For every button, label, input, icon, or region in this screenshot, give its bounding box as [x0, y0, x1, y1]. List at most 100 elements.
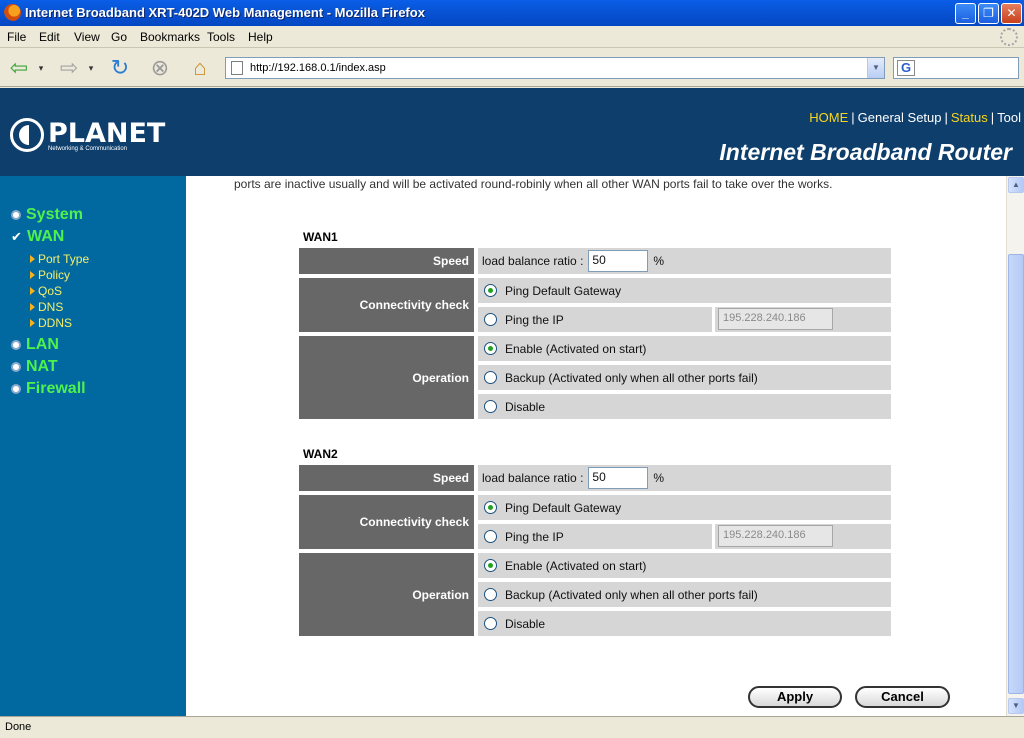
wan1-speed-row: load balance ratio : 50 % [478, 248, 891, 274]
bullet-icon [11, 384, 21, 394]
ratio-label: load balance ratio : [482, 471, 584, 485]
radio-selected-icon[interactable] [484, 501, 497, 514]
sidebar-sub-port-type[interactable]: Port Type [30, 252, 89, 266]
wan1-ratio-input[interactable]: 50 [588, 250, 649, 272]
sidebar-item-system[interactable]: System [11, 206, 83, 224]
url-bar[interactable]: http://192.168.0.1/index.asp ▼ [225, 57, 885, 79]
wan1-op-backup[interactable]: Backup (Activated only when all other po… [478, 365, 891, 390]
menu-view[interactable]: View [74, 30, 100, 44]
apply-button[interactable]: Apply [748, 686, 842, 708]
google-search-icon[interactable]: G [897, 60, 915, 76]
bullet-icon [11, 362, 21, 372]
bullet-icon [11, 340, 21, 350]
minimize-button[interactable]: _ [955, 3, 976, 24]
sidebar-sub-dns[interactable]: DNS [30, 300, 63, 314]
wan2-op-backup[interactable]: Backup (Activated only when all other po… [478, 582, 891, 607]
wan1-op-disable[interactable]: Disable [478, 394, 891, 419]
option-label: Enable (Activated on start) [505, 341, 647, 356]
menu-help[interactable]: Help [248, 30, 273, 44]
wan1-op-enable[interactable]: Enable (Activated on start) [478, 336, 891, 361]
firefox-icon [4, 4, 21, 21]
wan2-speed-label: Speed [299, 465, 474, 491]
wan1-ping-ip-option[interactable]: Ping the IP [478, 307, 712, 332]
home-icon[interactable]: ⌂ [187, 55, 213, 81]
sidebar-item-nat[interactable]: NAT [11, 358, 58, 376]
ratio-unit: % [653, 254, 665, 268]
radio-icon[interactable] [484, 530, 497, 543]
menu-go[interactable]: Go [111, 30, 127, 44]
wan2-speed-row: load balance ratio : 50 % [478, 465, 891, 491]
reload-icon[interactable]: ↻ [107, 55, 133, 81]
sidebar-label: Firewall [26, 380, 86, 397]
scroll-up-icon[interactable]: ▲ [1008, 177, 1024, 193]
radio-icon[interactable] [484, 313, 497, 326]
radio-selected-icon[interactable] [484, 342, 497, 355]
sub-label: DDNS [38, 316, 73, 330]
radio-selected-icon[interactable] [484, 559, 497, 572]
router-title: Internet Broadband Router [719, 139, 1012, 165]
radio-icon[interactable] [484, 400, 497, 413]
wan1-operation-label: Operation [299, 336, 474, 419]
menu-file[interactable]: File [7, 30, 26, 44]
sidebar: System ✔ WAN Port Type Policy QoS DNS DDN… [0, 176, 186, 716]
nav-home[interactable]: HOME [809, 110, 848, 125]
menu-tools[interactable]: Tools [207, 30, 235, 44]
status-text: Done [5, 721, 32, 733]
intro-text: ports are inactive usually and will be a… [234, 177, 833, 191]
maximize-button[interactable]: ❐ [978, 3, 999, 24]
wan2-connectivity-label: Connectivity check [299, 495, 474, 549]
wan2-op-disable[interactable]: Disable [478, 611, 891, 636]
main-content: ports are inactive usually and will be a… [186, 176, 1006, 716]
vertical-scrollbar[interactable]: ▲ ▼ [1006, 176, 1024, 716]
menu-bar: File Edit View Go Bookmarks Tools Help [0, 26, 1024, 48]
wan2-operation-label: Operation [299, 553, 474, 636]
radio-icon[interactable] [484, 588, 497, 601]
nav-general-setup[interactable]: General Setup [858, 110, 942, 125]
sidebar-label: System [26, 206, 83, 223]
radio-selected-icon[interactable] [484, 284, 497, 297]
sub-label: QoS [38, 284, 63, 298]
wan1-ip-input[interactable]: 195.228.240.186 [718, 308, 833, 330]
window-title: Internet Broadband XRT-402D Web Manageme… [25, 5, 425, 20]
sidebar-sub-qos[interactable]: QoS [30, 284, 62, 298]
navigation-toolbar: ⇦ ▾ ⇨ ▾ ↻ ⊗ ⌂ http://192.168.0.1/index.a… [0, 49, 1024, 87]
option-label: Ping Default Gateway [505, 500, 622, 515]
wan2-ip-input[interactable]: 195.228.240.186 [718, 525, 833, 547]
nav-status[interactable]: Status [951, 110, 988, 125]
wan2-title: WAN2 [303, 447, 338, 461]
back-dropdown-icon[interactable]: ▾ [34, 55, 48, 81]
menu-bookmarks[interactable]: Bookmarks [140, 30, 200, 44]
menu-edit[interactable]: Edit [39, 30, 60, 44]
close-button[interactable]: ✕ [1001, 3, 1022, 24]
url-dropdown-button[interactable]: ▼ [867, 58, 884, 78]
wan1-ping-gateway-option[interactable]: Ping Default Gateway [478, 278, 891, 303]
search-box[interactable]: G [893, 57, 1019, 79]
option-label: Disable [505, 399, 546, 414]
option-label: Ping the IP [505, 529, 564, 544]
radio-icon[interactable] [484, 371, 497, 384]
wan2-op-enable[interactable]: Enable (Activated on start) [478, 553, 891, 578]
nav-tool[interactable]: Tool [997, 110, 1021, 125]
forward-dropdown-icon[interactable]: ▾ [84, 55, 98, 81]
option-label: Ping the IP [505, 312, 564, 327]
forward-arrow-icon[interactable]: ⇨ [56, 55, 82, 81]
sidebar-sub-policy[interactable]: Policy [30, 268, 70, 282]
wan2-ip-cell: 195.228.240.186 [715, 524, 891, 549]
page-header: PLANET Networking & Communication HOME | G… [0, 88, 1024, 176]
sidebar-item-wan[interactable]: ✔ WAN [11, 228, 64, 246]
wan2-ping-gateway-option[interactable]: Ping Default Gateway [478, 495, 891, 520]
scroll-thumb[interactable] [1008, 254, 1024, 694]
option-label: Backup (Activated only when all other po… [505, 587, 758, 602]
checkmark-icon: ✔ [11, 229, 22, 244]
wan2-ratio-input[interactable]: 50 [588, 467, 649, 489]
back-arrow-icon[interactable]: ⇦ [6, 55, 32, 81]
stop-icon[interactable]: ⊗ [147, 55, 173, 81]
option-label: Enable (Activated on start) [505, 558, 647, 573]
wan2-ping-ip-option[interactable]: Ping the IP [478, 524, 712, 549]
sidebar-sub-ddns[interactable]: DDNS [30, 316, 72, 330]
radio-icon[interactable] [484, 617, 497, 630]
sidebar-item-lan[interactable]: LAN [11, 336, 59, 354]
sidebar-item-firewall[interactable]: Firewall [11, 380, 86, 398]
scroll-down-icon[interactable]: ▼ [1008, 698, 1024, 714]
cancel-button[interactable]: Cancel [855, 686, 950, 708]
